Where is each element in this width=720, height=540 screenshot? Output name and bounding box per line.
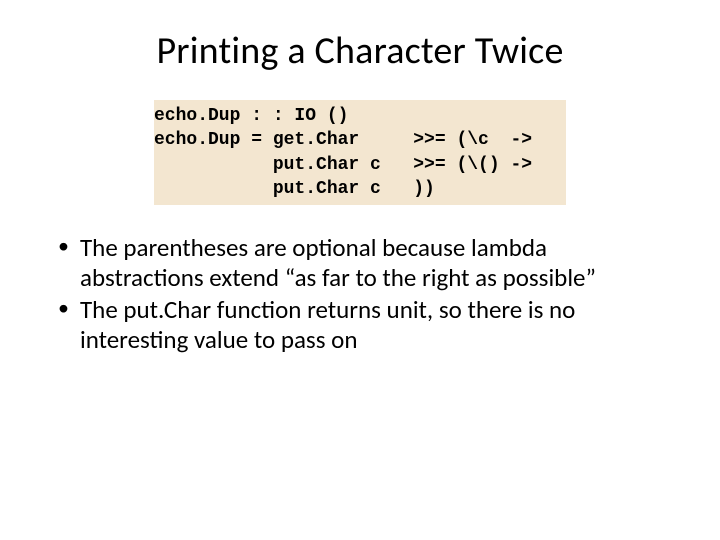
- bullet-item: The put.Char function returns unit, so t…: [52, 295, 672, 355]
- bullet-list: The parentheses are optional because lam…: [48, 233, 672, 355]
- slide-title: Printing a Character Twice: [48, 28, 672, 74]
- code-block: echo.Dup : : IO () echo.Dup = get.Char >…: [154, 100, 566, 205]
- bullet-item: The parentheses are optional because lam…: [52, 233, 672, 293]
